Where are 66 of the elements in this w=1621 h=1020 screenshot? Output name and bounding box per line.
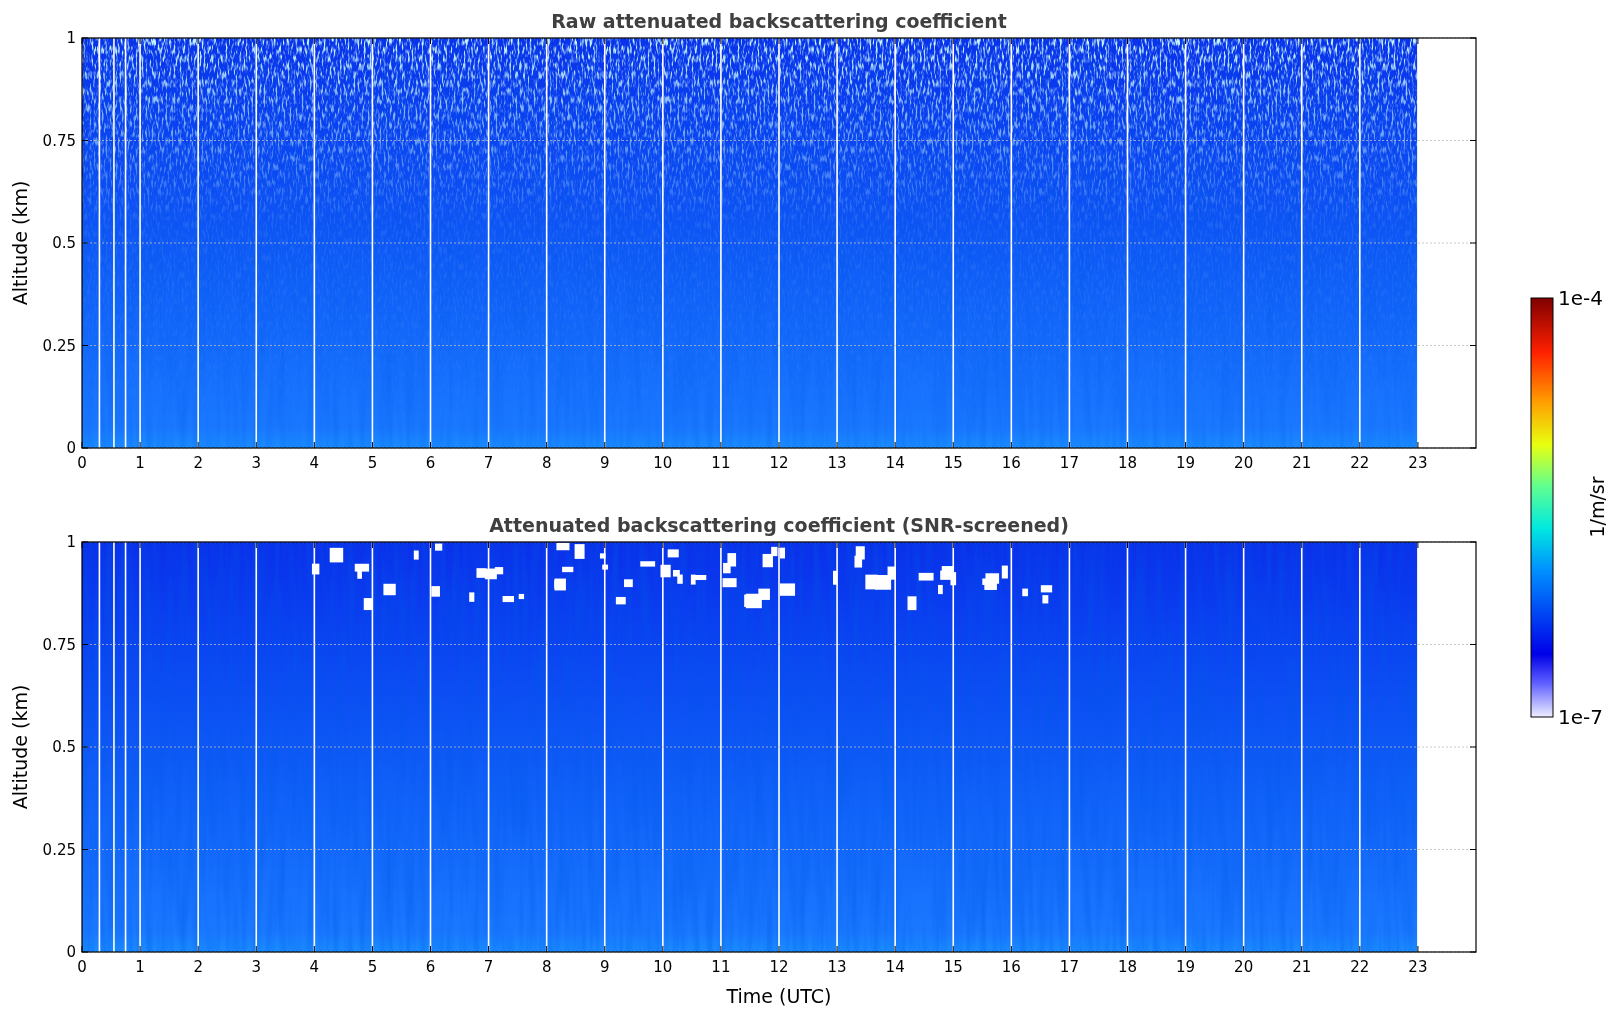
x-tick-label: 2 — [193, 958, 203, 976]
x-tick-label: 22 — [1350, 958, 1370, 976]
y-tick-label: 0.5 — [52, 738, 76, 756]
plot-title: Attenuated backscattering coefficient (SNR-screened) — [489, 514, 1069, 536]
x-tick-label: 3 — [251, 454, 261, 472]
x-tick-label: 5 — [367, 454, 378, 472]
x-tick-label: 16 — [1001, 958, 1021, 976]
y-tick-label: 1 — [66, 29, 76, 47]
x-tick-label: 19 — [1176, 454, 1196, 472]
x-tick-label: 4 — [309, 958, 320, 976]
x-tick-label: 18 — [1117, 454, 1138, 472]
x-tick-label: 22 — [1350, 454, 1370, 472]
y-tick-label: 0.25 — [42, 336, 76, 355]
y-axis-label: Altitude (km) — [9, 180, 31, 306]
x-tick-label: 5 — [367, 958, 378, 976]
y-tick-label: 0.5 — [52, 234, 76, 252]
x-tick-label: 0 — [77, 958, 87, 976]
y-axis-label: Altitude (km) — [9, 684, 31, 810]
x-tick-label: 20 — [1234, 454, 1254, 472]
x-tick-label: 15 — [943, 454, 963, 472]
x-tick-label: 12 — [769, 958, 789, 976]
x-tick-label: 4 — [309, 454, 320, 472]
x-tick-label: 18 — [1117, 958, 1138, 976]
x-tick-label: 16 — [1001, 454, 1021, 472]
x-tick-label: 13 — [827, 454, 847, 472]
x-tick-label: 23 — [1408, 454, 1428, 472]
x-tick-label: 8 — [541, 958, 552, 976]
x-tick-label: 2 — [193, 454, 203, 472]
x-tick-label: 9 — [600, 454, 610, 472]
x-tick-label: 19 — [1176, 958, 1196, 976]
y-tick-label: 0.25 — [42, 840, 76, 859]
x-tick-label: 11 — [711, 454, 731, 472]
x-tick-label: 17 — [1059, 958, 1079, 976]
y-tick-label: 0 — [66, 439, 76, 457]
x-tick-label: 8 — [541, 454, 552, 472]
x-tick-label: 17 — [1059, 454, 1079, 472]
x-tick-label: 21 — [1292, 958, 1312, 976]
x-tick-label: 10 — [653, 958, 673, 976]
x-tick-label: 13 — [827, 958, 847, 976]
y-tick-label: 0 — [66, 943, 76, 961]
x-tick-label: 1 — [135, 958, 145, 976]
x-tick-label: 6 — [425, 454, 436, 472]
x-tick-label: 7 — [483, 454, 494, 472]
y-tick-label: 0.75 — [42, 131, 76, 150]
x-tick-label: 1 — [135, 454, 145, 472]
x-tick-label: 0 — [77, 454, 87, 472]
colorbar-label: 1/m/sr — [1586, 476, 1608, 538]
colorbar-max-label: 1e-4 — [1558, 286, 1603, 310]
x-tick-label: 14 — [885, 454, 905, 472]
x-tick-label: 3 — [251, 958, 261, 976]
x-tick-label: 11 — [711, 958, 731, 976]
x-tick-label: 9 — [600, 958, 610, 976]
x-tick-label: 15 — [943, 958, 963, 976]
x-tick-label: 12 — [769, 454, 789, 472]
x-axis-label: Time (UTC) — [726, 985, 832, 1007]
x-tick-label: 20 — [1234, 958, 1254, 976]
colorbar-min-label: 1e-7 — [1558, 705, 1603, 729]
x-tick-label: 21 — [1292, 454, 1312, 472]
x-tick-label: 14 — [885, 958, 905, 976]
x-tick-label: 10 — [653, 454, 673, 472]
x-tick-label: 7 — [483, 958, 494, 976]
plot-title: Raw attenuated backscattering coefficient — [551, 10, 1007, 32]
y-tick-label: 0.75 — [42, 635, 76, 654]
y-tick-label: 1 — [66, 533, 76, 551]
x-tick-label: 23 — [1408, 958, 1428, 976]
x-tick-label: 6 — [425, 958, 436, 976]
